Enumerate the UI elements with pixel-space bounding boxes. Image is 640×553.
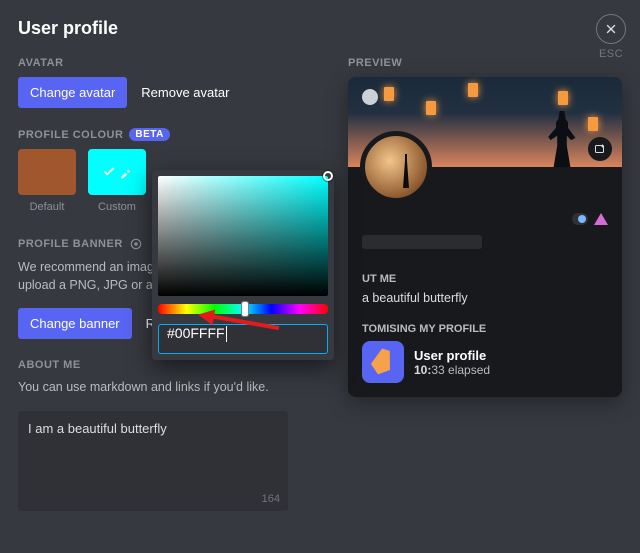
nitro-badge-icon: [129, 237, 143, 251]
hex-input[interactable]: #00FFFF: [158, 324, 328, 354]
lantern-icon: [426, 101, 436, 115]
edit-banner-button[interactable]: [588, 137, 612, 161]
hypesquad-icon: [594, 213, 608, 225]
hex-value-text: #00FFFF: [167, 325, 225, 341]
lantern-icon: [558, 91, 568, 105]
eyedropper-icon: [119, 165, 133, 179]
colour-picker-popover: #00FFFF: [152, 170, 334, 360]
preview-banner: [348, 77, 622, 167]
silhouette-icon: [547, 111, 577, 167]
about-me-char-count: 164: [262, 493, 280, 505]
activity-icon: [362, 341, 404, 383]
swatch-custom-label: Custom: [98, 201, 136, 213]
lantern-icon: [384, 87, 394, 101]
change-banner-button[interactable]: Change banner: [18, 308, 132, 339]
page-title: User profile: [18, 18, 622, 39]
saturation-value-area[interactable]: [158, 176, 328, 296]
preview-card: UT ME a beautiful butterfly TOMISING MY …: [348, 77, 622, 397]
activity-title: User profile: [414, 348, 490, 363]
about-me-value: I am a beautiful butterfly: [28, 421, 167, 436]
change-avatar-button[interactable]: Change avatar: [18, 77, 127, 108]
about-me-textarea[interactable]: I am a beautiful butterfly 164: [18, 411, 288, 511]
beta-badge: BETA: [129, 128, 169, 141]
close-button[interactable]: [596, 14, 626, 44]
hue-slider[interactable]: [158, 304, 328, 314]
activity-elapsed: 10:33 elapsed: [414, 363, 490, 377]
preview-about-text: a beautiful butterfly: [362, 291, 608, 305]
preview-about-head: UT ME: [362, 273, 608, 285]
remove-avatar-button[interactable]: Remove avatar: [141, 85, 229, 100]
colour-swatch-custom[interactable]: [88, 149, 146, 195]
about-help-text: You can use markdown and links if you'd …: [18, 379, 318, 397]
section-colour-label: Profile Colour: [18, 129, 123, 141]
preview-avatar: [360, 131, 432, 203]
section-banner-label: Profile Banner: [18, 238, 123, 250]
nitro-icon: [572, 213, 588, 225]
colour-swatch-default[interactable]: [18, 149, 76, 195]
check-icon: [102, 165, 116, 179]
section-avatar-head: Avatar: [18, 57, 318, 69]
lantern-icon: [588, 117, 598, 131]
preview-customising-head: TOMISING MY PROFILE: [362, 323, 608, 335]
lantern-icon: [468, 83, 478, 97]
close-label: ESC: [596, 48, 626, 60]
swatch-default-label: Default: [30, 201, 65, 213]
section-about-head: About Me: [18, 359, 318, 371]
close-icon: [604, 22, 618, 36]
section-preview-head: Preview: [348, 57, 622, 69]
text-caret: [226, 326, 227, 342]
preview-username-redacted: [362, 235, 482, 249]
image-edit-icon: [594, 143, 606, 155]
moon-icon: [362, 89, 378, 105]
hue-handle[interactable]: [241, 301, 249, 317]
sv-handle[interactable]: [323, 171, 333, 181]
section-colour-head: Profile Colour BETA: [18, 128, 318, 141]
